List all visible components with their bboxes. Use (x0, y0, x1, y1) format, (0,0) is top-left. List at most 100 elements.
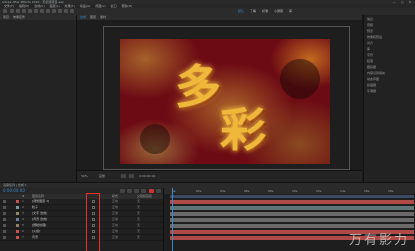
ruler-tick: 04s (220, 189, 226, 193)
panel-wiggler[interactable]: 摇摆器 (367, 83, 376, 87)
shy-icon[interactable] (134, 189, 139, 193)
workspace-small-screen[interactable]: 小屏幕 (274, 9, 283, 13)
puppet-tool-icon[interactable] (70, 9, 74, 13)
workspace-default[interactable]: 默认 (238, 9, 244, 13)
layer-mode[interactable]: 正常 (112, 205, 118, 210)
search-icon[interactable] (120, 189, 125, 193)
ruler-tick: 16s (364, 189, 370, 193)
layer-bar[interactable] (170, 218, 414, 222)
layer-mode[interactable]: 正常 (112, 229, 118, 234)
panel-tracker[interactable]: 跟踪器 (367, 65, 376, 69)
home-icon[interactable] (3, 9, 7, 13)
eye-icon[interactable] (3, 206, 6, 209)
viewer-timecode[interactable]: 0:00:00:00 (139, 174, 155, 178)
playhead[interactable] (172, 188, 173, 251)
layer-parent[interactable]: 无 (137, 211, 140, 216)
graph-editor-icon[interactable] (156, 189, 161, 193)
composition-canvas[interactable]: 多 彩 (120, 39, 330, 164)
layer-mode[interactable]: 正常 (112, 235, 118, 240)
layer-mode[interactable]: 正常 (112, 217, 118, 222)
layer-name[interactable]: [背景 合成] (32, 217, 47, 222)
layer-bar[interactable] (170, 212, 414, 216)
pen-tool-icon[interactable] (52, 9, 56, 13)
panel-align[interactable]: 对齐 (367, 41, 373, 45)
layer-parent[interactable]: 无 (137, 199, 140, 204)
rotate-tool-icon[interactable] (28, 9, 32, 13)
viewer-tabs: 合成 图层 素材 (77, 15, 362, 20)
panel-audio[interactable]: 音频 (367, 23, 373, 27)
camera-tool-icon[interactable] (34, 9, 38, 13)
tab-layer[interactable]: 图层 (90, 15, 96, 19)
eye-icon[interactable] (3, 230, 6, 233)
layer-row[interactable]: 7 背景 正常 无 (0, 235, 163, 241)
layer-name[interactable]: [火焰] (32, 229, 40, 234)
resolution-select[interactable]: 完整 (99, 174, 105, 178)
panel-info[interactable]: 信息 (367, 17, 373, 21)
type-tool-icon[interactable] (58, 9, 62, 13)
pan-behind-tool-icon[interactable] (40, 9, 44, 13)
tab-effect-controls[interactable]: 效果控件 (13, 15, 25, 19)
layer-name[interactable]: 粒子 (32, 205, 38, 210)
tab-footage[interactable]: 素材 (100, 15, 106, 19)
layer-parent[interactable]: 无 (137, 217, 140, 222)
layer-number: 6 (22, 229, 24, 233)
snapshot-icon[interactable] (121, 174, 126, 178)
label-color[interactable] (16, 236, 19, 239)
panel-effects-presets[interactable]: 效果和预设 (367, 35, 382, 39)
panel-content-aware-fill[interactable]: 内容识别填充 (367, 71, 385, 75)
time-ruler[interactable]: 0s 02s 04s 06s 08s 10s 12s 14s 16s 18s (164, 188, 415, 194)
workspace-libraries[interactable]: 库 (289, 9, 292, 13)
work-area-bar[interactable] (170, 195, 414, 198)
panel-paragraph[interactable]: 段落 (367, 59, 373, 63)
selection-tool-icon[interactable] (10, 9, 14, 13)
shape-tool-icon[interactable] (46, 9, 50, 13)
layer-name[interactable]: [文字 合成] (32, 211, 47, 216)
label-color[interactable] (16, 224, 19, 227)
panel-smoother[interactable]: 平滑器 (367, 89, 376, 93)
layer-bar[interactable] (170, 200, 414, 204)
layer-parent[interactable]: 无 (137, 235, 140, 240)
channel-icon[interactable] (129, 174, 134, 178)
timeline-tab[interactable]: 渲染队列 | 合成 1 (3, 183, 27, 187)
layer-bar[interactable] (170, 224, 414, 228)
layer-parent[interactable]: 无 (137, 205, 140, 210)
brush-tool-icon[interactable] (64, 9, 68, 13)
eye-icon[interactable] (3, 224, 6, 227)
workspace-switcher: 默认 了解 标准 小屏幕 库 (238, 9, 297, 14)
panel-preview[interactable]: 预览 (367, 29, 373, 33)
layer-name[interactable]: 背景 (32, 235, 38, 240)
eye-icon[interactable] (3, 200, 6, 203)
tab-composition[interactable]: 合成 (80, 15, 86, 19)
layer-name[interactable]: [颗粒纹理] (32, 223, 46, 228)
layer-name[interactable]: [调整图层 1] (32, 199, 49, 204)
layer-bar[interactable] (170, 206, 414, 210)
frame-blend-icon[interactable] (141, 189, 146, 193)
layer-mode[interactable]: 正常 (112, 223, 118, 228)
panel-libraries[interactable]: 库 (367, 47, 370, 51)
layer-mode[interactable]: 正常 (112, 211, 118, 216)
label-color[interactable] (16, 230, 19, 233)
zoom-tool-icon[interactable] (22, 9, 26, 13)
workspace-learn[interactable]: 了解 (250, 9, 256, 13)
label-color[interactable] (16, 212, 19, 215)
label-color[interactable] (16, 218, 19, 221)
eye-icon[interactable] (3, 212, 6, 215)
zoom-level[interactable]: 50% (81, 174, 88, 178)
eye-icon[interactable] (3, 218, 6, 221)
dark-splatter (140, 124, 170, 154)
layer-mode[interactable]: 正常 (112, 199, 118, 204)
panel-motion-sketch[interactable]: 动态草图 (367, 77, 379, 81)
hand-tool-icon[interactable] (16, 9, 20, 13)
artwork-char-1: 多 (175, 60, 222, 114)
workspace-standard[interactable]: 标准 (262, 9, 268, 13)
panel-character[interactable]: 字符 (367, 53, 373, 57)
ruler-tick: 10s (292, 189, 298, 193)
label-color[interactable] (16, 200, 19, 203)
layer-parent[interactable]: 无 (137, 223, 140, 228)
eye-icon[interactable] (3, 236, 6, 239)
layer-parent[interactable]: 无 (137, 229, 140, 234)
label-color[interactable] (16, 206, 19, 209)
motion-blur-icon[interactable] (149, 189, 154, 193)
tab-project[interactable]: 项目 (3, 15, 9, 19)
draft-3d-icon[interactable] (127, 189, 132, 193)
